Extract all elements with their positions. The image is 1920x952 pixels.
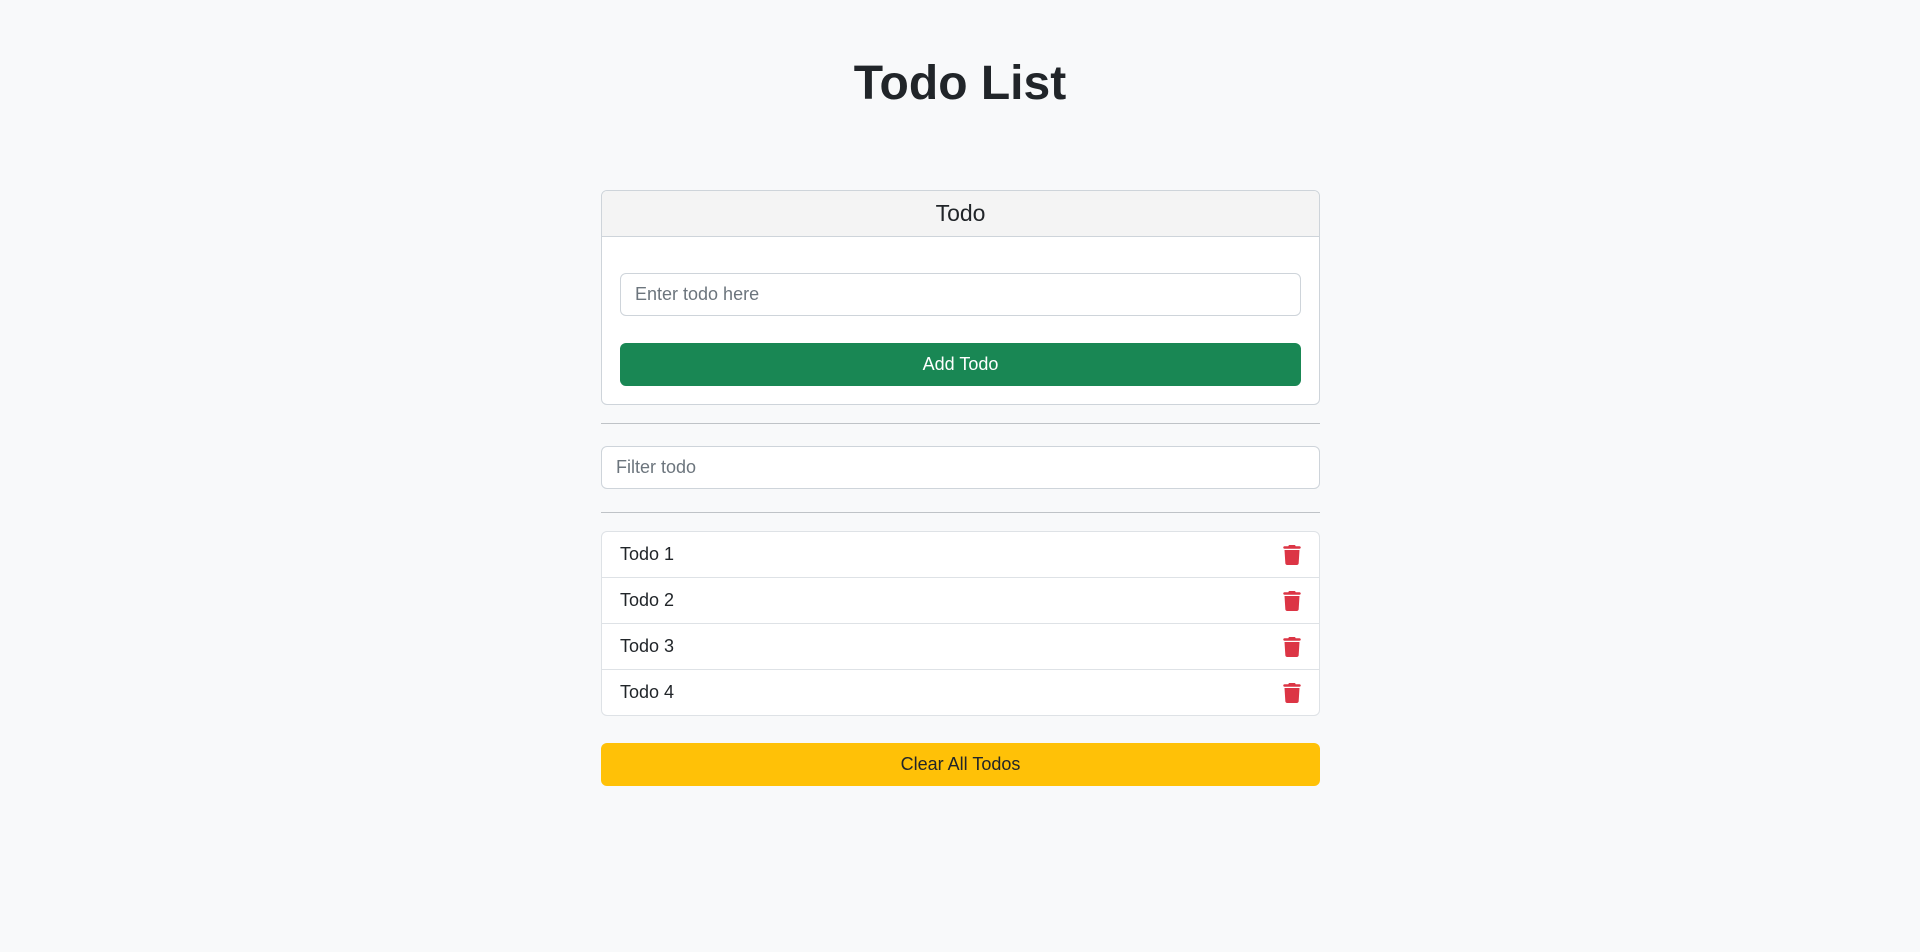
card-header: Todo <box>602 191 1319 237</box>
card-body: Add Todo <box>602 237 1319 404</box>
add-todo-button[interactable]: Add Todo <box>620 343 1301 386</box>
todo-item: Todo 4 <box>602 670 1319 715</box>
todo-input[interactable] <box>620 273 1301 316</box>
todo-item: Todo 2 <box>602 578 1319 624</box>
todo-list: Todo 1 Todo 2 Todo 3 Todo 4 <box>601 531 1320 716</box>
todo-item-label: Todo 1 <box>620 544 675 564</box>
filter-section <box>601 446 1320 489</box>
todo-item-label: Todo 4 <box>620 682 675 702</box>
todo-item: Todo 3 <box>602 624 1319 670</box>
filter-input[interactable] <box>601 446 1320 489</box>
trash-icon[interactable] <box>1283 590 1301 611</box>
divider <box>601 423 1320 424</box>
divider <box>601 512 1320 513</box>
todo-item-label: Todo 2 <box>620 590 675 610</box>
clear-all-button[interactable]: Clear All Todos <box>601 743 1320 786</box>
todo-item: Todo 1 <box>602 532 1319 578</box>
trash-icon[interactable] <box>1283 636 1301 657</box>
trash-icon[interactable] <box>1283 544 1301 565</box>
trash-icon[interactable] <box>1283 682 1301 703</box>
todo-item-label: Todo 3 <box>620 636 675 656</box>
page-title: Todo List <box>853 57 1067 110</box>
todo-app: Todo Add Todo Todo 1 Todo 2 Todo 3 <box>601 190 1320 786</box>
todo-card: Todo Add Todo <box>601 190 1320 405</box>
